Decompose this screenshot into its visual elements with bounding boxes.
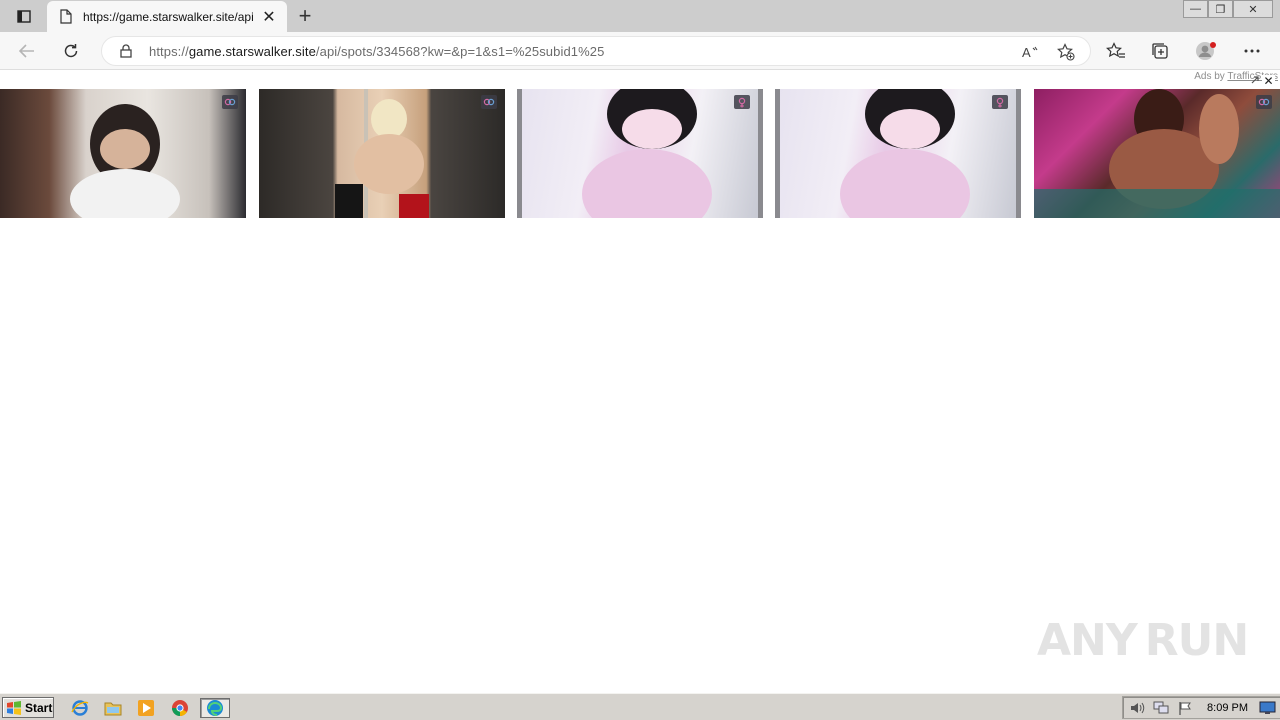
tab-actions-button[interactable] bbox=[10, 7, 38, 25]
url-prefix: https:// bbox=[149, 43, 189, 59]
thumbnail-figure bbox=[354, 134, 424, 194]
svg-text:A: A bbox=[1022, 45, 1031, 59]
thumbnail-figure bbox=[840, 149, 970, 218]
browser-tab-bar: https://game.starswalker.site/api ✕ + — … bbox=[0, 0, 1280, 32]
close-window-button[interactable]: ✕ bbox=[1233, 0, 1273, 18]
address-bar[interactable]: https://game.starswalker.site/api/spots/… bbox=[101, 36, 1091, 66]
internet-explorer-icon[interactable] bbox=[69, 698, 91, 718]
thumbnail-figure bbox=[1034, 189, 1280, 218]
minimize-button[interactable]: — bbox=[1183, 0, 1208, 18]
more-icon[interactable] bbox=[1241, 41, 1263, 61]
ad-info-icon[interactable] bbox=[1250, 75, 1260, 85]
lock-icon[interactable] bbox=[119, 43, 133, 59]
restore-button[interactable]: ❐ bbox=[1208, 0, 1233, 18]
ads-label-text: Ads by bbox=[1194, 71, 1225, 82]
gender-icon bbox=[1256, 95, 1272, 109]
browser-toolbar: https://game.starswalker.site/api/spots/… bbox=[0, 32, 1280, 70]
clock[interactable]: 8:09 PM bbox=[1207, 702, 1248, 714]
start-button[interactable]: Start bbox=[2, 697, 54, 718]
flag-icon[interactable] bbox=[1177, 701, 1193, 715]
file-explorer-icon[interactable] bbox=[102, 698, 124, 718]
favorites-icon[interactable] bbox=[1105, 41, 1127, 61]
ad-close-button[interactable]: ✕ bbox=[1262, 75, 1275, 88]
windows-logo-icon bbox=[7, 700, 21, 715]
refresh-icon bbox=[64, 44, 78, 58]
female-icon bbox=[992, 95, 1008, 109]
female-icon bbox=[734, 95, 750, 109]
ad-thumbnail-5[interactable] bbox=[1034, 89, 1280, 218]
watermark-left: ANY bbox=[1037, 614, 1138, 666]
tab-title: https://game.starswalker.site/api bbox=[83, 9, 254, 24]
gender-icon bbox=[222, 95, 238, 109]
media-player-icon[interactable] bbox=[135, 698, 157, 718]
page-icon bbox=[59, 9, 73, 25]
thumbnail-figure bbox=[335, 184, 363, 218]
new-tab-button[interactable]: + bbox=[294, 3, 316, 28]
ad-thumbnail-3[interactable] bbox=[517, 89, 763, 218]
tab-actions-icon bbox=[17, 9, 31, 23]
thumbnail-figure bbox=[622, 109, 682, 149]
read-aloud-icon[interactable]: A bbox=[1020, 43, 1040, 61]
tab-close-icon[interactable]: ✕ bbox=[261, 9, 277, 26]
back-icon bbox=[19, 44, 34, 58]
volume-icon[interactable] bbox=[1129, 701, 1145, 715]
ad-thumbnail-4[interactable] bbox=[775, 89, 1021, 218]
url-text: https://game.starswalker.site/api/spots/… bbox=[149, 44, 604, 59]
active-tab[interactable]: https://game.starswalker.site/api ✕ bbox=[47, 1, 287, 32]
thumbnail-figure bbox=[70, 169, 180, 218]
url-domain: game.starswalker.site bbox=[188, 43, 316, 59]
watermark-right: RUN bbox=[1144, 614, 1249, 666]
thumbnail-figure bbox=[399, 194, 429, 218]
start-label: Start bbox=[25, 700, 53, 715]
thumbnail-figure bbox=[582, 149, 712, 218]
edge-icon[interactable] bbox=[200, 698, 230, 718]
ad-thumbnail-1[interactable] bbox=[0, 89, 246, 218]
system-tray: 8:09 PM bbox=[1122, 696, 1280, 719]
thumbnail-figure bbox=[1199, 94, 1239, 164]
profile-icon[interactable] bbox=[1195, 41, 1217, 61]
ad-thumbnail-2[interactable] bbox=[259, 89, 505, 218]
refresh-button[interactable] bbox=[58, 39, 84, 63]
back-button[interactable] bbox=[14, 39, 40, 63]
windows-taskbar: Start 8:09 PM bbox=[0, 693, 1280, 720]
network-icon[interactable] bbox=[1153, 701, 1169, 715]
gender-icon bbox=[481, 95, 497, 109]
url-path: /api/spots/334568?kw=&p=1&s1=%25subid1%2… bbox=[315, 43, 605, 59]
thumbnail-figure bbox=[880, 109, 940, 149]
thumbnail-figure bbox=[371, 99, 407, 139]
thumbnail-figure bbox=[100, 129, 150, 169]
add-favorite-icon[interactable] bbox=[1056, 43, 1076, 61]
chrome-icon[interactable] bbox=[169, 698, 191, 718]
show-desktop-icon[interactable] bbox=[1259, 701, 1276, 715]
collections-icon[interactable] bbox=[1149, 41, 1171, 61]
anyrun-watermark: ANY RUN bbox=[1037, 608, 1249, 672]
